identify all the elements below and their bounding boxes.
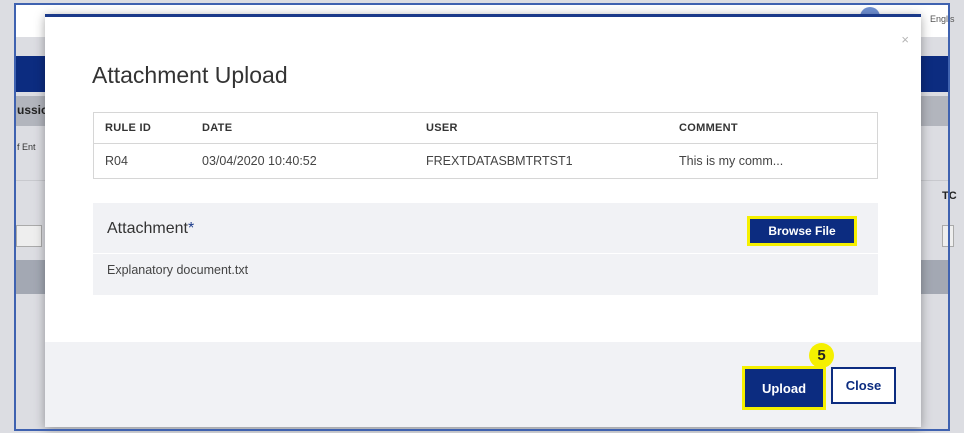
column-label: TC bbox=[942, 190, 957, 202]
cell-user: FREXTDATASBMTRTST1 bbox=[426, 154, 573, 168]
screenshot-frame: Englis ussio f Ent TC × Attachment Uploa… bbox=[0, 0, 964, 433]
attachment-panel: Attachment* Browse File Explanatory docu… bbox=[93, 203, 878, 295]
upload-button[interactable]: Upload bbox=[742, 366, 826, 410]
browse-file-button[interactable]: Browse File bbox=[747, 216, 857, 246]
required-marker: * bbox=[187, 220, 195, 237]
attachment-label-text: Attachment bbox=[107, 220, 188, 237]
attachment-upload-dialog: × Attachment Upload RULE ID DATE USER CO… bbox=[45, 14, 921, 427]
dialog-footer: Upload Close bbox=[45, 342, 921, 427]
cell-rule-id: R04 bbox=[105, 154, 128, 168]
divider bbox=[93, 253, 878, 254]
table-header-row: RULE ID DATE USER COMMENT bbox=[93, 112, 878, 144]
section-header-label: ussio bbox=[17, 103, 49, 117]
selected-file-name: Explanatory document.txt bbox=[107, 263, 249, 277]
table-row: R04 03/04/2020 10:40:52 FREXTDATASBMTRTS… bbox=[94, 144, 878, 179]
cell-date: 03/04/2020 10:40:52 bbox=[202, 154, 317, 168]
close-icon[interactable]: × bbox=[901, 32, 909, 47]
filter-input[interactable] bbox=[16, 225, 42, 247]
cell-comment: This is my comm... bbox=[679, 154, 784, 168]
column-header-date: DATE bbox=[191, 112, 415, 144]
column-header-comment: COMMENT bbox=[668, 112, 878, 144]
dialog-accent-line bbox=[45, 14, 921, 17]
dialog-title: Attachment Upload bbox=[92, 62, 288, 88]
filter-label: f Ent bbox=[17, 142, 36, 152]
rule-info-table: RULE ID DATE USER COMMENT R04 03/04/2020… bbox=[93, 112, 878, 179]
attachment-label: Attachment* bbox=[107, 220, 194, 238]
filter-input-right[interactable] bbox=[942, 225, 954, 247]
step-number-badge: 5 bbox=[809, 343, 834, 368]
column-header-user: USER bbox=[415, 112, 668, 144]
column-header-rule-id: RULE ID bbox=[93, 112, 191, 144]
close-button[interactable]: Close bbox=[831, 367, 896, 404]
language-selector[interactable]: Englis bbox=[930, 14, 955, 24]
